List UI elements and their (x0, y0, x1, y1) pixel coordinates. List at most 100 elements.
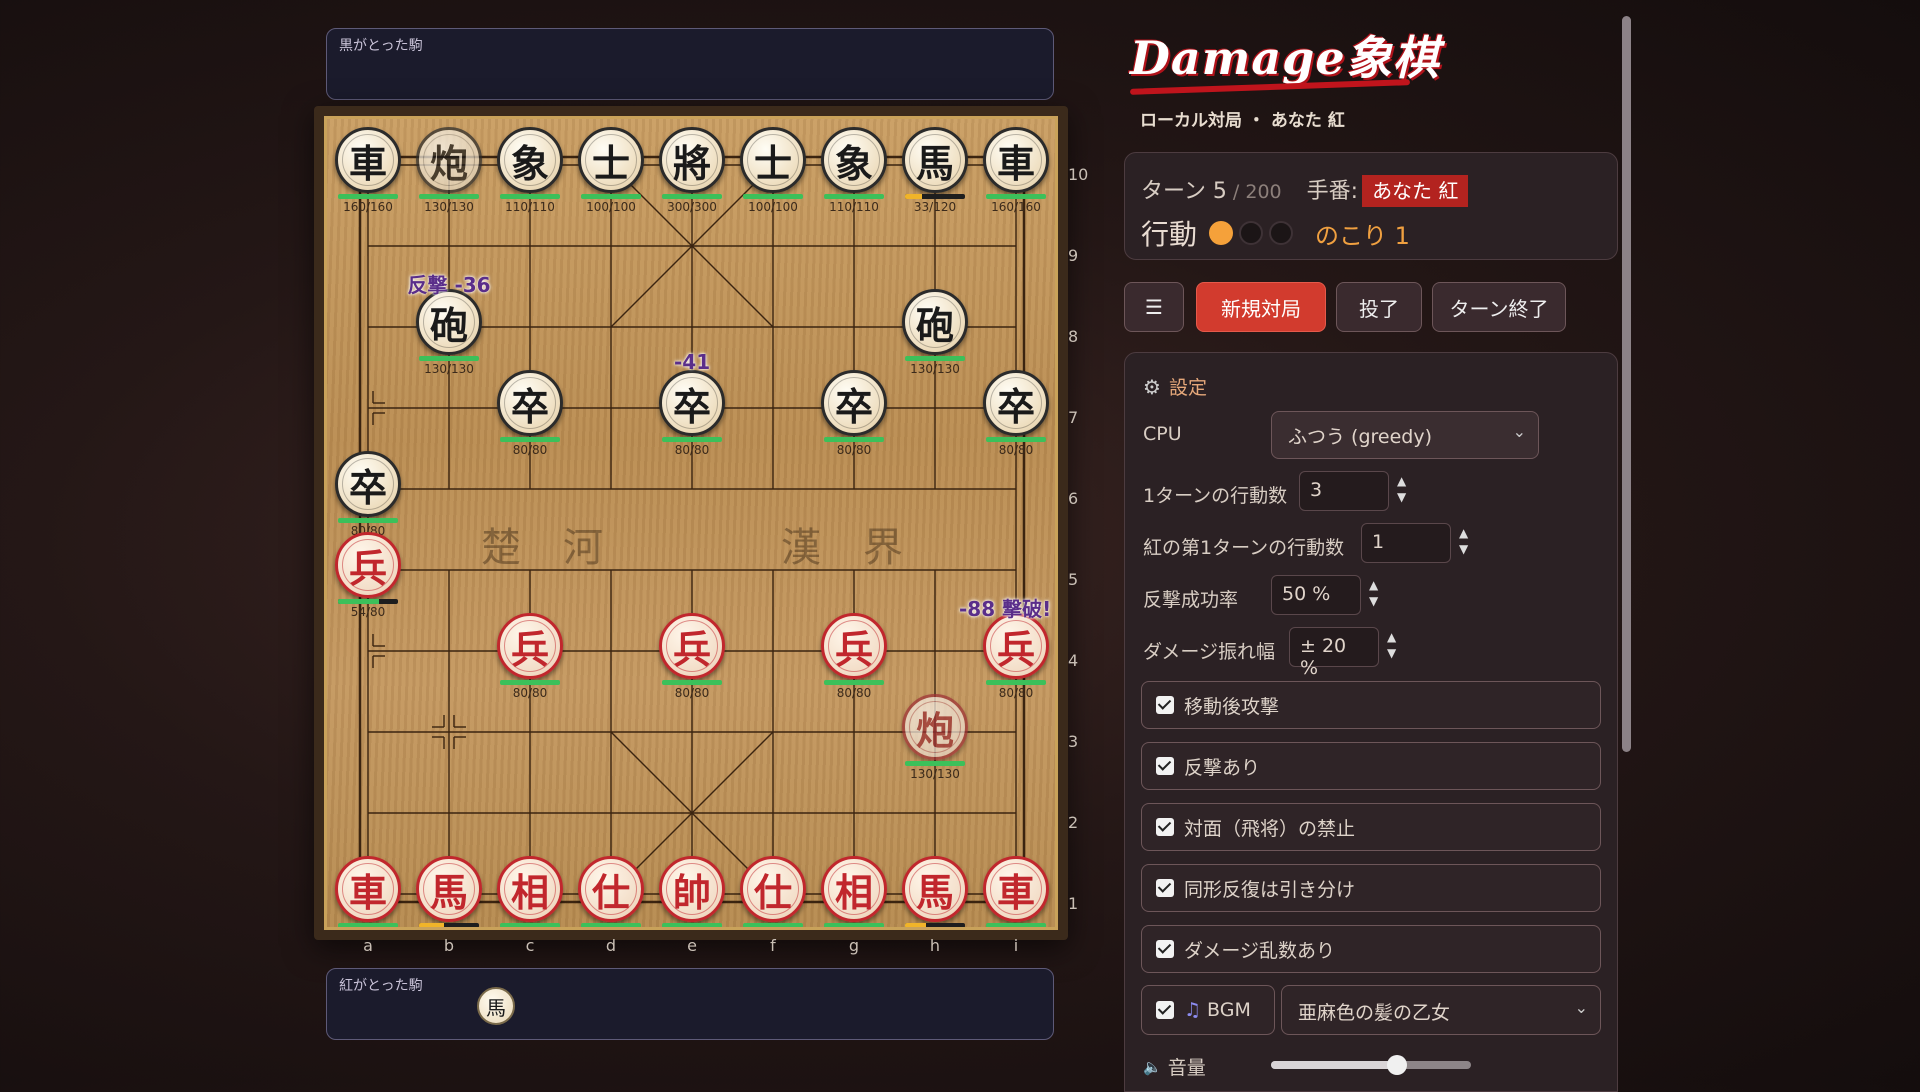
red-first-turn-stepper[interactable]: ▲ ▼ (1459, 525, 1468, 557)
hp-text: 300/300 (667, 200, 717, 214)
cpu-select[interactable]: ふつう (greedy) ⌄ (1271, 411, 1539, 459)
counter-rate-stepper[interactable]: ▲ ▼ (1369, 577, 1378, 609)
end-turn-button[interactable]: ターン終了 (1432, 282, 1566, 332)
piece-glyph: 兵 (996, 626, 1035, 672)
damage-variance-input[interactable]: ± 20 % (1289, 627, 1379, 679)
current-player-badge: あなた 紅 (1362, 175, 1469, 207)
file-label: h (929, 936, 941, 955)
hp-text: 41/120 (900, 929, 970, 930)
red-first-turn-label: 紅の第1ターンの行動数 (1143, 537, 1345, 559)
damage-popup: -41 (674, 350, 711, 374)
hp-bar (986, 923, 1046, 927)
checkbox-checked[interactable] (1156, 757, 1174, 775)
volume-slider-handle[interactable] (1387, 1055, 1407, 1075)
volume-slider[interactable] (1271, 1055, 1471, 1075)
black-piece[interactable]: 卒 (659, 370, 725, 436)
hp-text: 80/80 (998, 443, 1034, 457)
hp-bar (419, 356, 479, 361)
black-piece[interactable]: 士 (578, 127, 644, 193)
checkbox-checked[interactable] (1156, 818, 1174, 836)
hp-bar-fill (986, 194, 1046, 199)
checkbox-checked[interactable] (1156, 1001, 1174, 1019)
hp-text: 110/110 (819, 929, 889, 930)
actions-per-turn-input[interactable]: 3 (1299, 471, 1389, 511)
red-piece[interactable]: 兵 (335, 532, 401, 598)
bgm-label: BGM (1207, 999, 1251, 1021)
checkbox-checked[interactable] (1156, 940, 1174, 958)
red-piece[interactable]: 相 (821, 856, 887, 922)
hp-bar (500, 194, 560, 199)
hp-bar (419, 194, 479, 199)
hp-text: 100/100 (748, 200, 798, 214)
move-then-attack-label: 移動後攻撃 (1184, 695, 1280, 718)
actions-per-turn-stepper[interactable]: ▲ ▼ (1397, 473, 1406, 505)
red-piece[interactable]: 兵 (821, 613, 887, 679)
red-piece[interactable]: 兵 (497, 613, 563, 679)
black-piece[interactable]: 砲 (902, 289, 968, 355)
hp-bar (743, 194, 803, 199)
new-game-button[interactable]: 新規対局 (1196, 282, 1326, 332)
hp-bar-fill (824, 923, 884, 927)
black-piece[interactable]: 馬 (902, 127, 968, 193)
hp-bar (986, 437, 1046, 442)
piece-glyph: 兵 (348, 545, 387, 591)
hp-text: 130/130 (910, 767, 960, 781)
rank-label: 3 (1068, 732, 1079, 751)
red-first-turn-input[interactable]: 1 (1361, 523, 1451, 563)
resign-button[interactable]: 投了 (1336, 282, 1422, 332)
black-piece[interactable]: 卒 (497, 370, 563, 436)
damage-variance-stepper[interactable]: ▲ ▼ (1387, 629, 1396, 661)
piece-glyph: 車 (996, 140, 1035, 186)
file-label: a (363, 936, 373, 955)
xiangqi-board[interactable]: 楚 河 漢 界 車 160/160 炮 130/130 象 110/110 士 100/100… (324, 116, 1058, 930)
black-piece[interactable]: 象 (497, 127, 563, 193)
hp-bar-fill (905, 923, 926, 927)
red-piece[interactable]: 車 (335, 856, 401, 922)
checkbox-checked[interactable] (1156, 696, 1174, 714)
black-piece[interactable]: 車 (983, 127, 1049, 193)
hp-bar (824, 194, 884, 199)
red-piece[interactable]: 兵 (983, 613, 1049, 679)
menu-button[interactable]: ☰ (1124, 282, 1184, 332)
red-piece[interactable]: 馬 (902, 856, 968, 922)
piece-glyph: 卒 (510, 383, 549, 429)
repetition-draw-checkbox[interactable]: 同形反復は引き分け (1141, 864, 1601, 912)
red-piece[interactable]: 炮 (902, 694, 968, 760)
red-piece[interactable]: 馬 (416, 856, 482, 922)
black-piece[interactable]: 將 (659, 127, 725, 193)
hp-text: 80/80 (512, 443, 548, 457)
flying-general-checkbox[interactable]: 対面（飛将）の禁止 (1141, 803, 1601, 851)
red-piece[interactable]: 車 (983, 856, 1049, 922)
piece-glyph: 卒 (672, 383, 711, 429)
black-piece[interactable]: 車 (335, 127, 401, 193)
checkbox-checked[interactable] (1156, 879, 1174, 897)
counter-rate-input[interactable]: 50 % (1271, 575, 1361, 615)
black-piece[interactable]: 士 (740, 127, 806, 193)
black-piece[interactable]: 卒 (335, 451, 401, 517)
bgm-track-select[interactable]: 亜麻色の髪の乙女 ⌄ (1281, 985, 1601, 1035)
red-piece[interactable]: 相 (497, 856, 563, 922)
bgm-checkbox[interactable]: ♫ BGM (1141, 985, 1275, 1035)
damage-popup: -88 撃破! (959, 597, 1052, 621)
move-then-attack-checkbox[interactable]: 移動後攻撃 (1141, 681, 1601, 729)
red-piece[interactable]: 帥 (659, 856, 725, 922)
piece-glyph: 馬 (915, 140, 954, 186)
red-piece[interactable]: 仕 (740, 856, 806, 922)
panel-scrollbar[interactable] (1622, 16, 1631, 752)
action-label: 行動 (1141, 218, 1198, 251)
hp-text: 130/130 (910, 362, 960, 376)
hp-bar (500, 437, 560, 442)
hp-bar-fill (500, 680, 560, 685)
counterattack-checkbox[interactable]: 反撃あり (1141, 742, 1601, 790)
red-piece[interactable]: 仕 (578, 856, 644, 922)
red-piece[interactable]: 兵 (659, 613, 725, 679)
player-label: 手番: (1306, 179, 1359, 204)
chevron-down-icon: ⌄ (1512, 422, 1526, 441)
black-piece[interactable]: 炮 (416, 127, 482, 193)
damage-random-checkbox[interactable]: ダメージ乱数あり (1141, 925, 1601, 973)
black-piece[interactable]: 砲 (416, 289, 482, 355)
black-piece[interactable]: 卒 (821, 370, 887, 436)
black-piece[interactable]: 卒 (983, 370, 1049, 436)
black-piece[interactable]: 象 (821, 127, 887, 193)
app-logo: Damage象棋 (1129, 22, 1440, 95)
